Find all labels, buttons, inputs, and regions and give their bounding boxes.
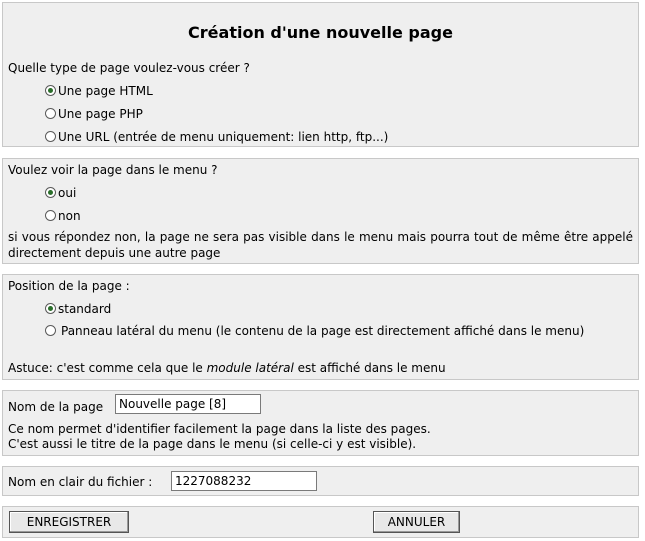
type-panel: Création d'une nouvelle page Quelle type… [2, 2, 639, 147]
menu-panel: Voulez voir la page dans le menu ? oui n… [2, 158, 639, 264]
option-php[interactable]: Une page PHP [45, 107, 143, 121]
type-question: Quelle type de page voulez-vous créer ? [8, 61, 250, 75]
option-html-label: Une page HTML [58, 84, 153, 98]
radio-php[interactable] [45, 108, 56, 119]
file-name-input[interactable] [171, 471, 317, 491]
radio-lateral[interactable] [45, 325, 56, 336]
radio-url[interactable] [45, 131, 56, 142]
option-non-label: non [58, 209, 81, 223]
option-php-label: Une page PHP [58, 107, 143, 121]
menu-question: Voulez voir la page dans le menu ? [8, 163, 218, 177]
cancel-button[interactable]: ANNULER [373, 511, 460, 533]
radio-oui[interactable] [45, 187, 56, 198]
name-help-2: C'est aussi le titre de la page dans le … [8, 437, 417, 451]
name-help-1: Ce nom permet d'identifier facilement la… [8, 422, 431, 436]
option-non[interactable]: non [45, 209, 81, 223]
option-standard[interactable]: standard [45, 302, 111, 316]
menu-note: si vous répondez non, la page ne sera pa… [8, 230, 633, 260]
position-tip: Astuce: c'est comme cela que le module l… [8, 361, 446, 375]
option-html[interactable]: Une page HTML [45, 84, 153, 98]
option-lateral[interactable]: Panneau latéral du menu (le contenu de l… [45, 323, 633, 339]
tip-prefix: Astuce: c'est comme cela que le [8, 361, 207, 375]
option-oui-label: oui [58, 186, 77, 200]
tip-suffix: est affiché dans le menu [293, 361, 446, 375]
option-url[interactable]: Une URL (entrée de menu uniquement: lien… [45, 130, 388, 144]
option-standard-label: standard [58, 302, 112, 316]
name-panel: Nom de la page Ce nom permet d'identifie… [2, 390, 639, 456]
file-name-label: Nom en clair du fichier : [8, 475, 153, 489]
page-name-label: Nom de la page [8, 400, 104, 414]
tip-emphasis: module latéral [206, 361, 294, 375]
position-question: Position de la page : [8, 279, 130, 293]
radio-html[interactable] [45, 85, 56, 96]
page-name-input[interactable] [115, 394, 261, 414]
page-title: Création d'une nouvelle page [188, 23, 453, 42]
option-url-label: Une URL (entrée de menu uniquement: lien… [58, 130, 389, 144]
position-panel: Position de la page : standard Panneau l… [2, 274, 639, 380]
save-button[interactable]: ENREGISTRER [9, 511, 129, 533]
actions-panel: ENREGISTRER ANNULER [2, 506, 639, 538]
option-oui[interactable]: oui [45, 186, 76, 200]
option-lateral-label: Panneau latéral du menu (le contenu de l… [61, 324, 585, 338]
radio-standard[interactable] [45, 303, 56, 314]
radio-non[interactable] [45, 210, 56, 221]
file-panel: Nom en clair du fichier : [2, 466, 639, 496]
